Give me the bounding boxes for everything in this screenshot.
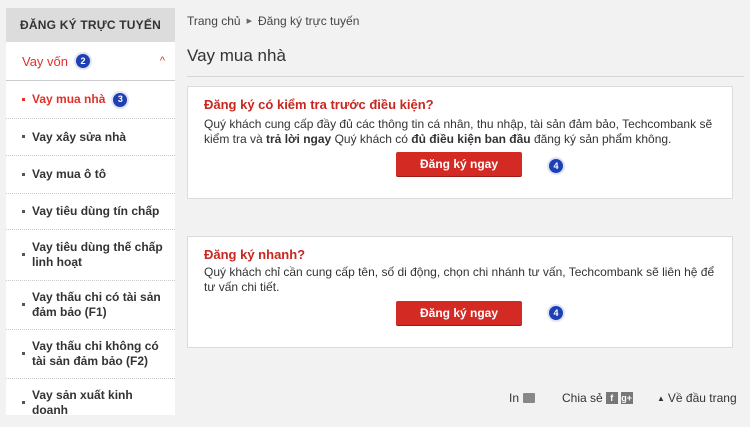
register-now-button[interactable]: Đăng ký ngay: [396, 301, 522, 325]
breadcrumb-current[interactable]: Đăng ký trực tuyến: [258, 14, 359, 28]
sidebar-item-vay-tieu-dung-tin-chap[interactable]: Vay tiêu dùng tín chấp: [6, 194, 175, 230]
register-now-button[interactable]: Đăng ký ngay: [396, 152, 522, 176]
sidebar-item-label: Vay xây sửa nhà: [32, 129, 127, 144]
precheck-title: Đăng ký có kiểm tra trước điều kiện?: [204, 97, 434, 112]
step-badge-3: 3: [111, 90, 130, 109]
quick-register-description: Quý khách chỉ cần cung cấp tên, số di độ…: [204, 265, 715, 294]
sidebar-item-vay-tieu-dung-the-chap[interactable]: Vay tiêu dùng thế chấp linh hoạt: [6, 230, 175, 281]
sidebar: ĐĂNG KÝ TRỰC TUYẾN Vay vốn 2 ^ Vay mua n…: [6, 8, 175, 417]
step-badge-4: 4: [547, 157, 565, 175]
breadcrumb: Trang chủ ▶ Đăng ký trực tuyến: [187, 14, 359, 28]
sidebar-item-label: Vay tiêu dùng tín chấp: [32, 204, 160, 218]
main-content: Trang chủ ▶ Đăng ký trực tuyến Vay mua n…: [187, 0, 750, 415]
facebook-icon[interactable]: f: [605, 392, 618, 404]
step-badge-4: 4: [547, 304, 565, 322]
sidebar-item-label: Vay mua nhà: [32, 92, 106, 106]
sidebar-item-vay-san-xuat-kinh-doanh[interactable]: Vay sản xuất kinh doanh: [6, 379, 175, 427]
sidebar-group-label: Vay vốn: [22, 53, 69, 69]
sidebar-item-label: Vay thấu chi có tài sản đảm bảo (F1): [32, 290, 161, 319]
sidebar-item-vay-mua-o-to[interactable]: Vay mua ô tô: [6, 156, 175, 194]
back-to-top-link[interactable]: ▲ Về đầu trang: [657, 391, 737, 405]
title-divider: [187, 76, 744, 77]
quick-register-card: Đăng ký nhanh? Quý khách chỉ cần cung cấ…: [187, 236, 733, 348]
breadcrumb-home[interactable]: Trang chủ: [187, 14, 241, 28]
sidebar-item-vay-xay-sua-nha[interactable]: Vay xây sửa nhà: [6, 119, 175, 156]
sidebar-item-vay-thau-chi-f2[interactable]: Vay thấu chi không có tài sản đảm bảo (F…: [6, 330, 175, 379]
print-link[interactable]: In: [509, 391, 536, 405]
sidebar-item-vay-thau-chi-f1[interactable]: Vay thấu chi có tài sản đảm bảo (F1): [6, 281, 175, 330]
printer-icon: [523, 393, 536, 403]
sidebar-header: ĐĂNG KÝ TRỰC TUYẾN: [6, 8, 175, 42]
step-badge-2: 2: [74, 52, 93, 70]
quick-register-title: Đăng ký nhanh?: [204, 247, 306, 262]
precheck-card: Đăng ký có kiểm tra trước điều kiện? Quý…: [187, 86, 733, 199]
share-group: Chia sẻ f g+: [562, 391, 633, 405]
sidebar-item-label: Vay thấu chi không có tài sản đảm bảo (F…: [32, 339, 159, 368]
sidebar-item-vay-mua-nha[interactable]: Vay mua nhà 3: [6, 81, 175, 119]
sidebar-menu: Vay mua nhà 3 Vay xây sửa nhà Vay mua ô …: [6, 81, 175, 427]
googleplus-icon[interactable]: g+: [620, 392, 633, 404]
precheck-description: Quý khách cung cấp đầy đủ các thông tin …: [204, 117, 713, 146]
breadcrumb-arrow-icon: ▶: [246, 18, 252, 25]
back-to-top-label: Về đầu trang: [667, 391, 737, 405]
chevron-up-icon[interactable]: ^: [160, 55, 165, 67]
sidebar-group-vay-von[interactable]: Vay vốn 2 ^: [6, 42, 175, 81]
sidebar-item-label: Vay tiêu dùng thế chấp linh hoạt: [32, 240, 163, 269]
print-label: In: [509, 391, 520, 405]
page-title: Vay mua nhà: [187, 46, 286, 65]
sidebar-item-label: Vay sản xuất kinh doanh: [32, 388, 133, 417]
share-label: Chia sẻ: [562, 391, 603, 405]
arrow-up-icon: ▲: [657, 393, 665, 403]
sidebar-item-label: Vay mua ô tô: [32, 167, 107, 181]
